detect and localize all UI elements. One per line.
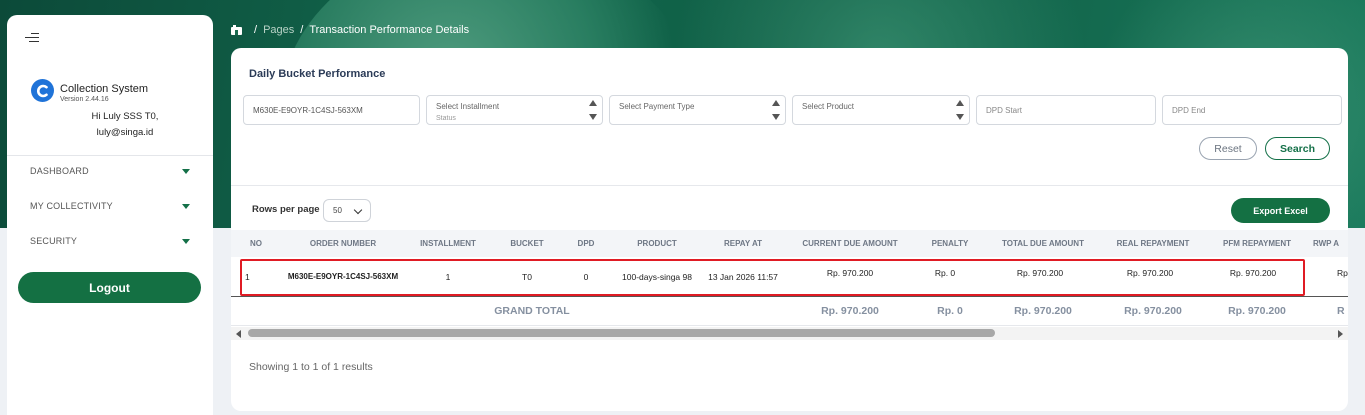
sidebar-item-label: SECURITY [30, 236, 78, 246]
column-header[interactable]: NO [243, 230, 269, 257]
sidebar-item-dashboard[interactable]: DASHBOARD [30, 166, 190, 176]
section-divider [231, 185, 1348, 186]
column-header[interactable]: CURRENT DUE AMOUNT [795, 230, 905, 257]
grand-total-total-due: Rp. 970.200 [1014, 305, 1072, 317]
app-version: Version 2.44.16 [60, 96, 109, 103]
sidebar-item-label: MY COLLECTIVITY [30, 201, 113, 211]
chevron-down-icon [353, 205, 363, 215]
column-header[interactable]: RWP A [1313, 230, 1348, 257]
grand-total-divider [231, 325, 1348, 326]
main-card: Daily Bucket Performance M630E-E9OYR-1C4… [231, 48, 1348, 411]
breadcrumb: / Pages / Transaction Performance Detail… [231, 24, 469, 36]
row-highlight-box [240, 259, 1305, 296]
grand-total-label: GRAND TOTAL [494, 305, 570, 317]
brand-logo-icon [31, 79, 54, 102]
caret-down-icon [182, 204, 190, 209]
sidebar-item-my-collectivity[interactable]: MY COLLECTIVITY [30, 201, 190, 211]
column-header[interactable]: PENALTY [921, 230, 979, 257]
horizontal-scrollbar[interactable] [231, 327, 1348, 340]
reset-button[interactable]: Reset [1199, 137, 1257, 160]
user-email: luly@singa.id [96, 127, 154, 138]
dpd-start-input[interactable]: DPD Start [976, 95, 1156, 125]
column-header[interactable]: BUCKET [503, 230, 551, 257]
grand-total-penalty: Rp. 0 [937, 305, 963, 317]
order-number-input[interactable]: M630E-E9OYR-1C4SJ-563XM [243, 95, 420, 125]
row-divider [231, 296, 1348, 297]
rows-per-page-label: Rows per page [252, 204, 320, 215]
dpd-end-input[interactable]: DPD End [1162, 95, 1342, 125]
spinner-arrows-icon[interactable] [589, 100, 597, 120]
sidebar-item-security[interactable]: SECURITY [30, 236, 190, 246]
sidebar: Collection System Version 2.44.16 Hi Lul… [7, 15, 213, 415]
installment-status-placeholder: Select Installment [436, 102, 500, 111]
column-header[interactable]: DPD [571, 230, 601, 257]
caret-down-icon [182, 169, 190, 174]
grand-total-pfm-repayment: Rp. 970.200 [1228, 305, 1286, 317]
product-select[interactable]: Select Product [792, 95, 970, 125]
user-greeting: Hi Luly SSS T0, luly@singa.id [7, 109, 213, 141]
cell-rwp: Rp [1337, 268, 1348, 278]
payment-type-select[interactable]: Select Payment Type [609, 95, 786, 125]
column-header[interactable]: PFM REPAYMENT [1207, 230, 1307, 257]
installment-status-sub: Status [436, 115, 456, 122]
column-header[interactable]: REPAY AT [707, 230, 779, 257]
breadcrumb-separator: / [254, 24, 258, 36]
product-placeholder: Select Product [802, 102, 855, 111]
search-button[interactable]: Search [1265, 137, 1330, 160]
home-icon[interactable] [231, 25, 242, 35]
column-header[interactable]: INSTALLMENT [415, 230, 481, 257]
grand-total-real-repayment: Rp. 970.200 [1124, 305, 1182, 317]
breadcrumb-current: Transaction Performance Details [309, 24, 470, 36]
page-title: Daily Bucket Performance [249, 68, 386, 80]
rows-per-page-select[interactable]: 50 [323, 199, 371, 222]
caret-down-icon [182, 239, 190, 244]
sidebar-divider [7, 155, 213, 156]
grand-total-rwp: R [1337, 305, 1345, 317]
rows-per-page-value: 50 [333, 206, 342, 215]
payment-type-placeholder: Select Payment Type [619, 102, 695, 111]
spinner-arrows-icon[interactable] [956, 100, 964, 120]
column-header[interactable]: REAL REPAYMENT [1103, 230, 1203, 257]
sidebar-item-label: DASHBOARD [30, 166, 89, 176]
grand-total-current-due: Rp. 970.200 [821, 305, 879, 317]
column-header[interactable]: PRODUCT [623, 230, 691, 257]
greeting-text: Hi Luly SSS T0, [91, 111, 159, 122]
export-excel-button[interactable]: Export Excel [1231, 198, 1330, 223]
table-header: NO ORDER NUMBER INSTALLMENT BUCKET DPD P… [231, 230, 1348, 257]
scroll-right-icon[interactable] [1338, 330, 1343, 338]
installment-status-select[interactable]: Select Installment Status [426, 95, 603, 125]
column-header[interactable]: ORDER NUMBER [279, 230, 407, 257]
column-header[interactable]: TOTAL DUE AMOUNT [991, 230, 1095, 257]
scroll-left-icon[interactable] [236, 330, 241, 338]
spinner-arrows-icon[interactable] [772, 100, 780, 120]
grand-total-row: GRAND TOTAL Rp. 970.200 Rp. 0 Rp. 970.20… [231, 299, 1348, 324]
pagination-summary: Showing 1 to 1 of 1 results [249, 361, 373, 373]
brand-name: Collection System [60, 83, 149, 95]
breadcrumb-pages[interactable]: Pages [263, 24, 294, 36]
breadcrumb-separator: / [300, 24, 304, 36]
scrollbar-thumb[interactable] [248, 329, 995, 337]
logout-button[interactable]: Logout [18, 272, 201, 303]
menu-icon[interactable] [25, 33, 39, 43]
